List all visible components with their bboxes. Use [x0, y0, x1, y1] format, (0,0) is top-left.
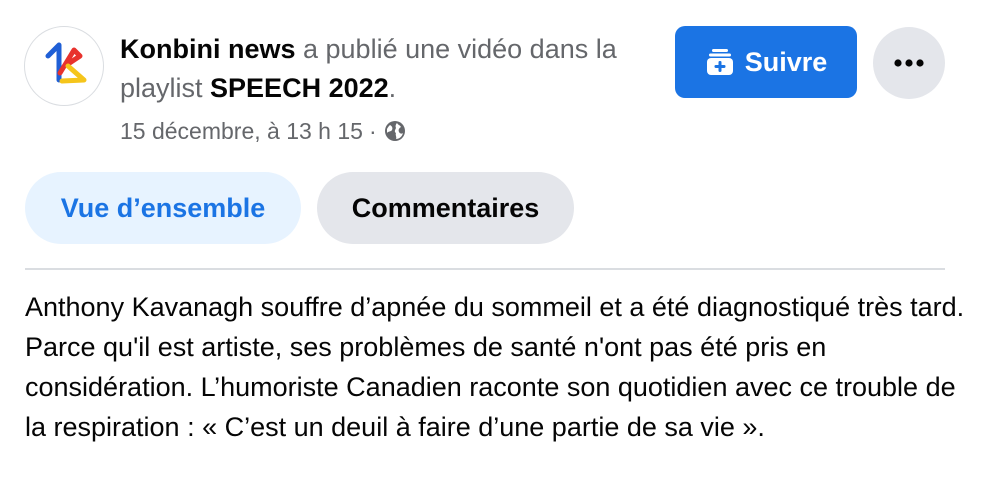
more-options-button[interactable]	[873, 27, 945, 99]
post-meta: 15 décembre, à 13 h 15 ·	[120, 114, 407, 148]
post-timestamp[interactable]: 15 décembre, à 13 h 15	[120, 114, 363, 148]
more-horizontal-icon	[894, 59, 924, 67]
konbini-logo-icon	[45, 42, 87, 84]
tab-comments[interactable]: Commentaires	[317, 172, 574, 244]
follow-label: Suivre	[744, 46, 828, 77]
page-name-link[interactable]: Konbini news	[120, 34, 296, 64]
add-to-playlist-icon	[705, 47, 735, 77]
tab-overview[interactable]: Vue d’ensemble	[25, 172, 301, 244]
page-avatar[interactable]	[24, 26, 104, 106]
post-header: Konbini news a publié une vidéo dans la …	[120, 30, 660, 108]
divider	[25, 268, 945, 270]
post-action-end: .	[388, 73, 397, 103]
video-description: Anthony Kavanagh souffre d’apnée du somm…	[25, 292, 965, 442]
follow-button[interactable]: Suivre	[675, 26, 857, 98]
playlist-link[interactable]: SPEECH 2022	[210, 73, 389, 103]
globe-icon	[383, 119, 407, 143]
meta-separator: ·	[368, 118, 377, 144]
